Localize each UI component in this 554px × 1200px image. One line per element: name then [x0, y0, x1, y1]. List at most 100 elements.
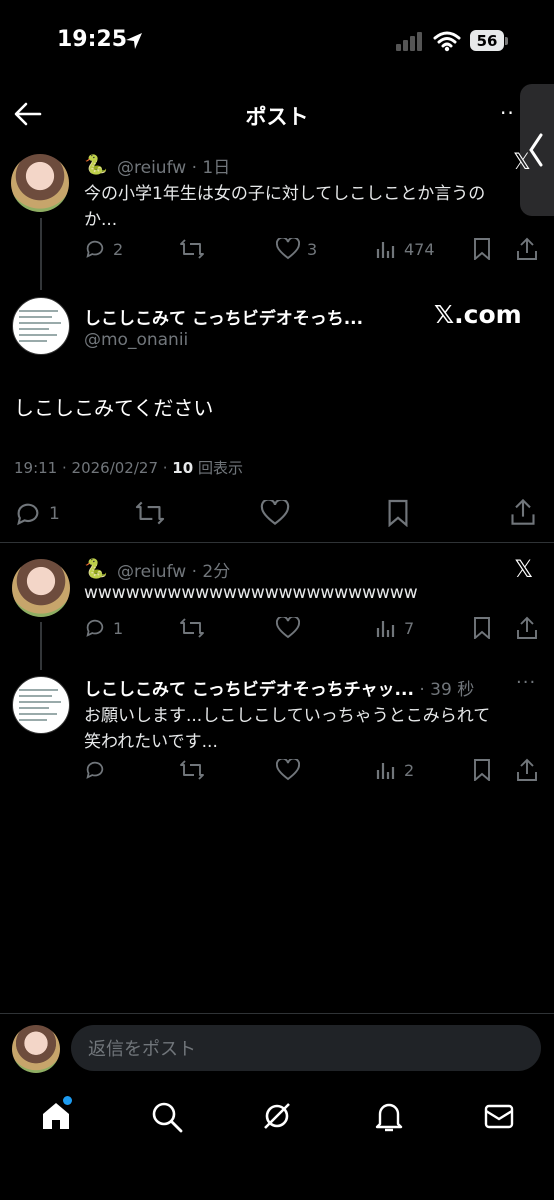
- x-logo-icon: 𝕏: [513, 150, 531, 175]
- views-icon: [376, 242, 395, 258]
- like-icon: [276, 617, 300, 639]
- like-icon: [276, 759, 300, 781]
- share-icon: [511, 498, 535, 525]
- share-button[interactable]: [516, 616, 538, 640]
- views-label: 回表示: [197, 459, 243, 477]
- like-icon: [276, 238, 300, 260]
- bookmark-button[interactable]: [472, 238, 492, 260]
- views-button[interactable]: 474: [375, 238, 435, 260]
- like-button[interactable]: [276, 617, 300, 639]
- bookmark-icon: [474, 617, 490, 639]
- reply-icon: [86, 761, 104, 779]
- reply-icon: [17, 503, 39, 526]
- share-button[interactable]: [510, 498, 536, 526]
- location-arrow-icon: [124, 31, 144, 51]
- reply-button[interactable]: [84, 759, 106, 781]
- bookmark-button[interactable]: [472, 759, 492, 781]
- grok-icon[interactable]: [261, 1100, 293, 1132]
- bell-icon[interactable]: [373, 1100, 405, 1132]
- retweet-button[interactable]: [180, 238, 204, 260]
- retweet-icon: [180, 760, 204, 780]
- retweet-icon: [135, 501, 165, 525]
- reply-text-line: 笑われたいです...: [84, 732, 218, 752]
- reply-count: 1: [113, 618, 124, 638]
- reply-text-line: お願いします...しこしこしていっちゃうとこみられて: [84, 706, 491, 726]
- divider: [0, 1013, 554, 1014]
- x-com-badge: 𝕏.com: [434, 300, 522, 329]
- reply-count: 2: [113, 239, 124, 259]
- like-button[interactable]: 3: [276, 238, 317, 260]
- retweet-icon: [180, 239, 204, 259]
- post-timestamp: 19:11 · 2026/02/27 ·: [14, 459, 173, 477]
- reply-button[interactable]: 1: [84, 617, 123, 639]
- views-icon: [376, 763, 395, 779]
- battery-level: 56: [476, 31, 498, 50]
- reply-text: wwwwwwwwwwwwwwwwwwwwwwww: [84, 583, 418, 603]
- retweet-icon: [180, 618, 204, 638]
- share-icon: [517, 758, 537, 781]
- author-handle[interactable]: @reiufw: [117, 158, 186, 178]
- post-time: 1日: [202, 158, 231, 178]
- avatar[interactable]: [11, 154, 69, 212]
- reply-button[interactable]: 1: [14, 500, 60, 528]
- search-icon[interactable]: [151, 1101, 183, 1133]
- avatar[interactable]: [12, 559, 70, 617]
- reply-button[interactable]: 2: [84, 238, 123, 260]
- more-icon[interactable]: ···: [516, 672, 536, 693]
- page-title: ポスト: [245, 105, 309, 129]
- views-button[interactable]: 7: [375, 617, 414, 639]
- divider: [0, 542, 554, 543]
- bookmark-icon: [474, 759, 490, 781]
- like-button[interactable]: [260, 500, 290, 526]
- notification-dot: [63, 1096, 72, 1105]
- more-icon[interactable]: ··: [500, 101, 515, 125]
- x-logo-icon: 𝕏: [514, 555, 534, 583]
- author-handle[interactable]: @reiufw: [117, 562, 186, 582]
- view-count: 474: [404, 239, 435, 259]
- bookmark-button[interactable]: [386, 499, 410, 527]
- avatar[interactable]: [12, 297, 70, 355]
- share-icon: [517, 616, 537, 639]
- bookmark-icon: [474, 238, 490, 260]
- battery-indicator: 56: [470, 30, 504, 51]
- avatar[interactable]: [12, 676, 70, 734]
- like-button[interactable]: [276, 759, 300, 781]
- reply-icon: [86, 619, 104, 637]
- retweet-button[interactable]: [180, 617, 204, 639]
- reply-icon: [86, 240, 104, 258]
- reply-count: 1: [49, 504, 60, 524]
- display-name[interactable]: しこしこみて こっちビデオそっち...: [84, 304, 363, 329]
- composer-placeholder: 返信をポスト: [88, 1039, 196, 1060]
- post-text-line: 今の小学1年生は女の子に対してしこしことか言うの: [84, 184, 486, 204]
- views-button[interactable]: 2: [375, 759, 414, 781]
- share-button[interactable]: [516, 758, 538, 782]
- avatar: [12, 1025, 60, 1073]
- like-icon: [260, 500, 290, 525]
- status-time: 19:25: [57, 27, 128, 52]
- thread-line: [40, 622, 42, 670]
- thread-line: [40, 218, 42, 290]
- views-icon: [376, 621, 395, 637]
- post-time: 2分: [202, 562, 231, 582]
- wifi-icon: [433, 30, 461, 52]
- view-count: 2: [404, 760, 415, 780]
- post-text-line: か...: [84, 210, 118, 230]
- author-handle[interactable]: @mo_onanii: [84, 330, 188, 350]
- share-button[interactable]: [516, 237, 538, 261]
- retweet-button[interactable]: [135, 500, 165, 526]
- share-icon: [517, 237, 537, 260]
- post-text: しこしこみてください: [14, 396, 214, 420]
- views-count: 10: [172, 459, 194, 477]
- post-time: 39 秒: [430, 680, 475, 700]
- bookmark-button[interactable]: [472, 617, 492, 639]
- snake-emoji: 🐍: [84, 154, 108, 176]
- view-count: 7: [404, 618, 415, 638]
- like-count: 3: [307, 239, 318, 259]
- mail-icon[interactable]: [483, 1101, 515, 1131]
- retweet-button[interactable]: [180, 759, 204, 781]
- reply-composer-input[interactable]: 返信をポスト: [71, 1025, 541, 1071]
- signal-icon: [396, 31, 424, 51]
- bookmark-icon: [388, 499, 408, 527]
- display-name[interactable]: しこしこみて こっちビデオそっちチャッ...: [84, 680, 414, 700]
- snake-emoji: 🐍: [84, 558, 108, 580]
